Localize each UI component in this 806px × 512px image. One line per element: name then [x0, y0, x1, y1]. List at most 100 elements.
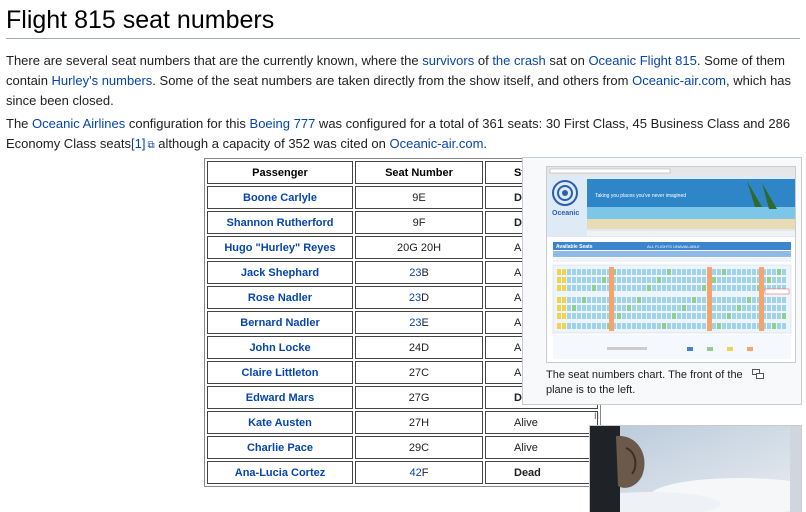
- enlarge-icon[interactable]: [752, 369, 764, 379]
- seat-row-link[interactable]: 23: [409, 317, 421, 329]
- seat-cell: [567, 297, 571, 303]
- table-row: Charlie Pace 29C Alive: [207, 436, 598, 459]
- seat-cell: [742, 323, 746, 329]
- seat-cell: [782, 277, 786, 283]
- seat-cell: [582, 323, 586, 329]
- seat-cell: [582, 313, 586, 319]
- seat-cell: [647, 297, 651, 303]
- seat-cell: [697, 269, 701, 275]
- link-oceanic-air-2[interactable]: Oceanic-air.com: [390, 136, 484, 151]
- link-survivors[interactable]: survivors: [422, 53, 474, 68]
- seat-number-cell: 27C: [355, 361, 483, 384]
- seat-cell: [782, 323, 786, 329]
- seat-cell: [637, 323, 641, 329]
- seat-cell: [727, 305, 731, 311]
- seat-cell: [557, 297, 561, 303]
- seat-cell: [732, 323, 736, 329]
- reference-link[interactable]: [1]: [131, 136, 145, 151]
- seat-cell: [662, 297, 666, 303]
- link-boeing-777[interactable]: Boeing 777: [250, 116, 316, 131]
- passenger-link[interactable]: Shannon Rutherford: [227, 217, 334, 229]
- seat-row-link[interactable]: 23: [409, 267, 421, 279]
- seat-cell: [752, 277, 756, 283]
- seat-cell: [627, 297, 631, 303]
- seat-cell: [632, 305, 636, 311]
- seat-chart-image[interactable]: Oceanic Taking you places you've never i…: [546, 166, 796, 363]
- seat-cell: [672, 277, 676, 283]
- seat-row-link[interactable]: 23: [409, 292, 421, 304]
- seat-cell: [647, 285, 651, 291]
- seat-row-link[interactable]: 42: [410, 467, 422, 479]
- seat-cell: [702, 297, 706, 303]
- seat-cell: [782, 313, 786, 319]
- seat-cell: [627, 285, 631, 291]
- passenger-link[interactable]: Bernard Nadler: [240, 317, 319, 329]
- seat-cell: [592, 277, 596, 283]
- seat-cell: [712, 297, 716, 303]
- seat-cell: [682, 285, 686, 291]
- seat-cell: [752, 313, 756, 319]
- seat-cell: [712, 313, 716, 319]
- external-link-icon: ⧉: [147, 140, 155, 151]
- passenger-cell: Bernard Nadler: [207, 311, 353, 334]
- seat-cell: [562, 277, 566, 283]
- seat-cell: [747, 269, 751, 275]
- seat-cell: [702, 323, 706, 329]
- seat-cell: [562, 297, 566, 303]
- passenger-link[interactable]: Hugo "Hurley" Reyes: [224, 242, 335, 254]
- second-thumbnail[interactable]: [589, 425, 802, 512]
- page-title: Flight 815 seat numbers: [6, 6, 275, 34]
- seat-cell: [737, 277, 741, 283]
- seat-number-cell: 9E: [355, 186, 483, 209]
- passenger-link[interactable]: Ana-Lucia Cortez: [235, 467, 325, 479]
- seat-cell: [737, 323, 741, 329]
- seat-cell: [582, 277, 586, 283]
- passenger-link[interactable]: Kate Austen: [248, 417, 312, 429]
- seat-cell: [557, 285, 561, 291]
- seat-cell: [732, 277, 736, 283]
- passenger-link[interactable]: Claire Littleton: [241, 367, 318, 379]
- seat-cell: [642, 285, 646, 291]
- passenger-link[interactable]: Charlie Pace: [247, 442, 313, 454]
- link-the-crash[interactable]: the crash: [492, 53, 545, 68]
- seat-cell: [697, 297, 701, 303]
- seat-cell: [662, 285, 666, 291]
- seat-number-cell: 23B: [355, 261, 483, 284]
- seat-cell: [747, 277, 751, 283]
- seat-cell: [742, 313, 746, 319]
- seat-cell: [672, 269, 676, 275]
- seat-cell: [702, 269, 706, 275]
- passenger-link[interactable]: Boone Carlyle: [243, 192, 317, 204]
- seat-cell: [567, 285, 571, 291]
- seat-cell: [572, 313, 576, 319]
- seat-cell: [572, 297, 576, 303]
- passenger-link[interactable]: Edward Mars: [246, 392, 314, 404]
- seat-cell: [587, 297, 591, 303]
- passenger-cell: Ana-Lucia Cortez: [207, 461, 353, 484]
- seat-cell: [617, 305, 621, 311]
- passenger-link[interactable]: John Locke: [249, 342, 310, 354]
- seat-cell: [682, 297, 686, 303]
- seat-cell: [657, 323, 661, 329]
- seat-cell: [777, 277, 781, 283]
- seat-cell: [652, 269, 656, 275]
- link-hurleys-numbers[interactable]: Hurley's numbers: [52, 73, 153, 88]
- seat-cell: [767, 269, 771, 275]
- seat-number-cell: 24D: [355, 336, 483, 359]
- seat-cell: [727, 269, 731, 275]
- seat-cell: [647, 277, 651, 283]
- seat-cell: [642, 323, 646, 329]
- link-oceanic-air[interactable]: Oceanic-air.com: [632, 73, 726, 88]
- passenger-link[interactable]: Rose Nadler: [248, 292, 312, 304]
- text: The: [6, 116, 33, 131]
- seat-letter: 29C: [408, 441, 430, 454]
- seat-cell: [772, 313, 776, 319]
- seat-cell: [642, 277, 646, 283]
- seat-cell: [712, 323, 716, 329]
- link-oceanic-airlines[interactable]: Oceanic Airlines: [32, 116, 125, 131]
- passenger-cell: Hugo "Hurley" Reyes: [207, 236, 353, 259]
- seat-cell: [672, 313, 676, 319]
- seat-cell: [687, 269, 691, 275]
- link-oceanic-flight-815[interactable]: Oceanic Flight 815: [588, 53, 696, 68]
- passenger-link[interactable]: Jack Shephard: [241, 267, 319, 279]
